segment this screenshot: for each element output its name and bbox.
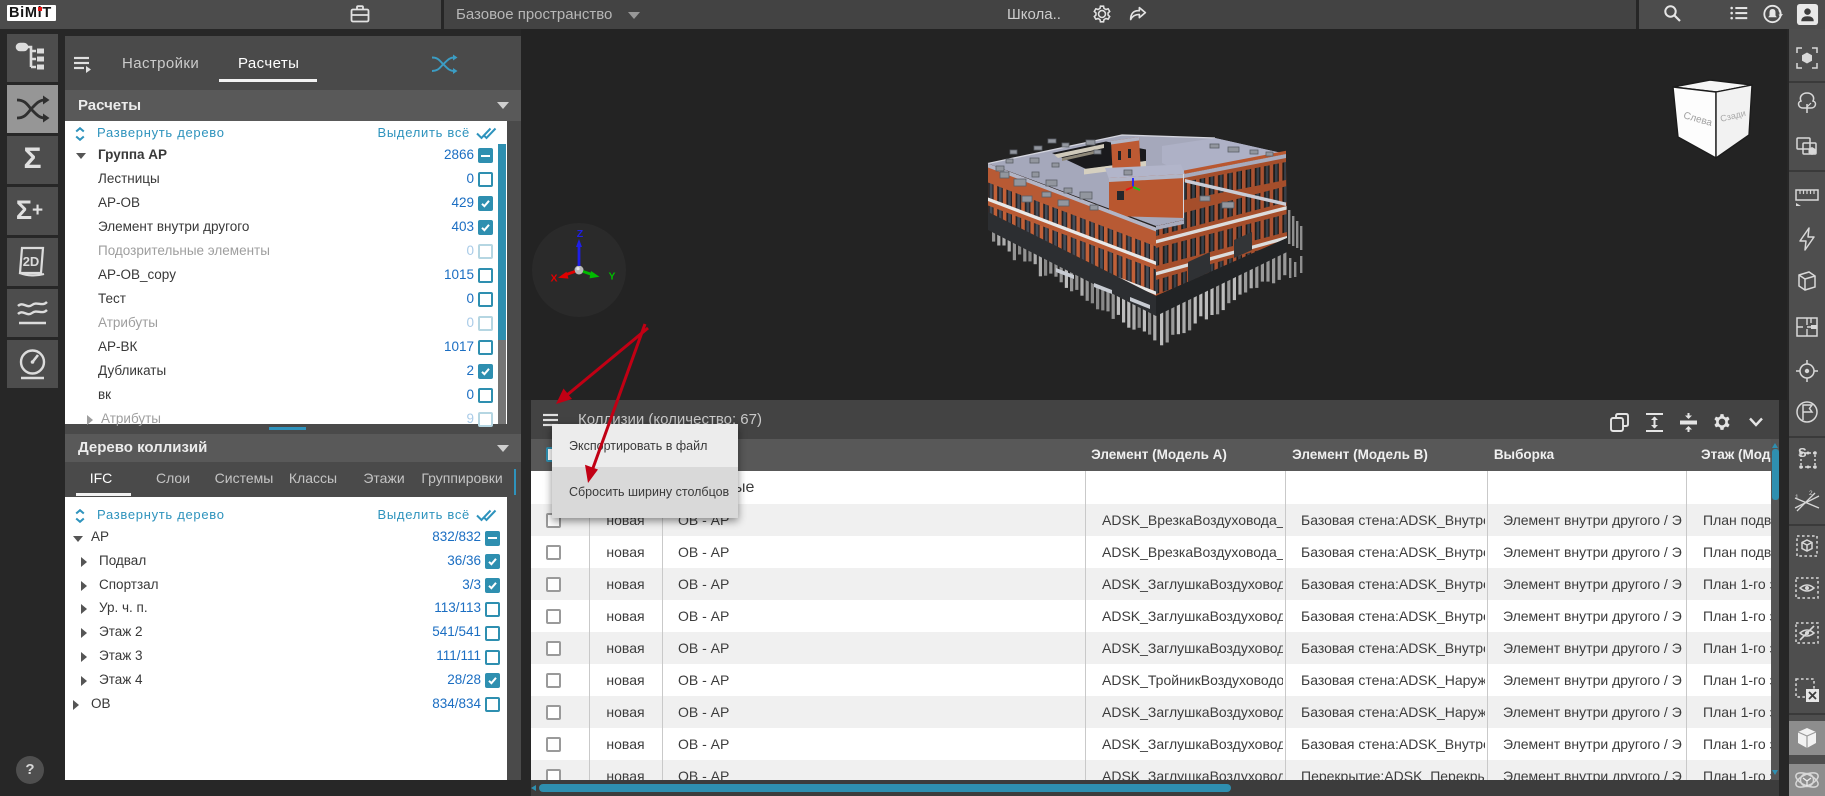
- svg-text:Z: Z: [577, 228, 584, 240]
- svg-text:Y: Y: [608, 271, 615, 283]
- svg-text:2D: 2D: [23, 254, 40, 269]
- svg-text:1: 1: [1795, 494, 1799, 501]
- svg-text:X: X: [550, 273, 557, 285]
- svg-text:2: 2: [1809, 490, 1813, 497]
